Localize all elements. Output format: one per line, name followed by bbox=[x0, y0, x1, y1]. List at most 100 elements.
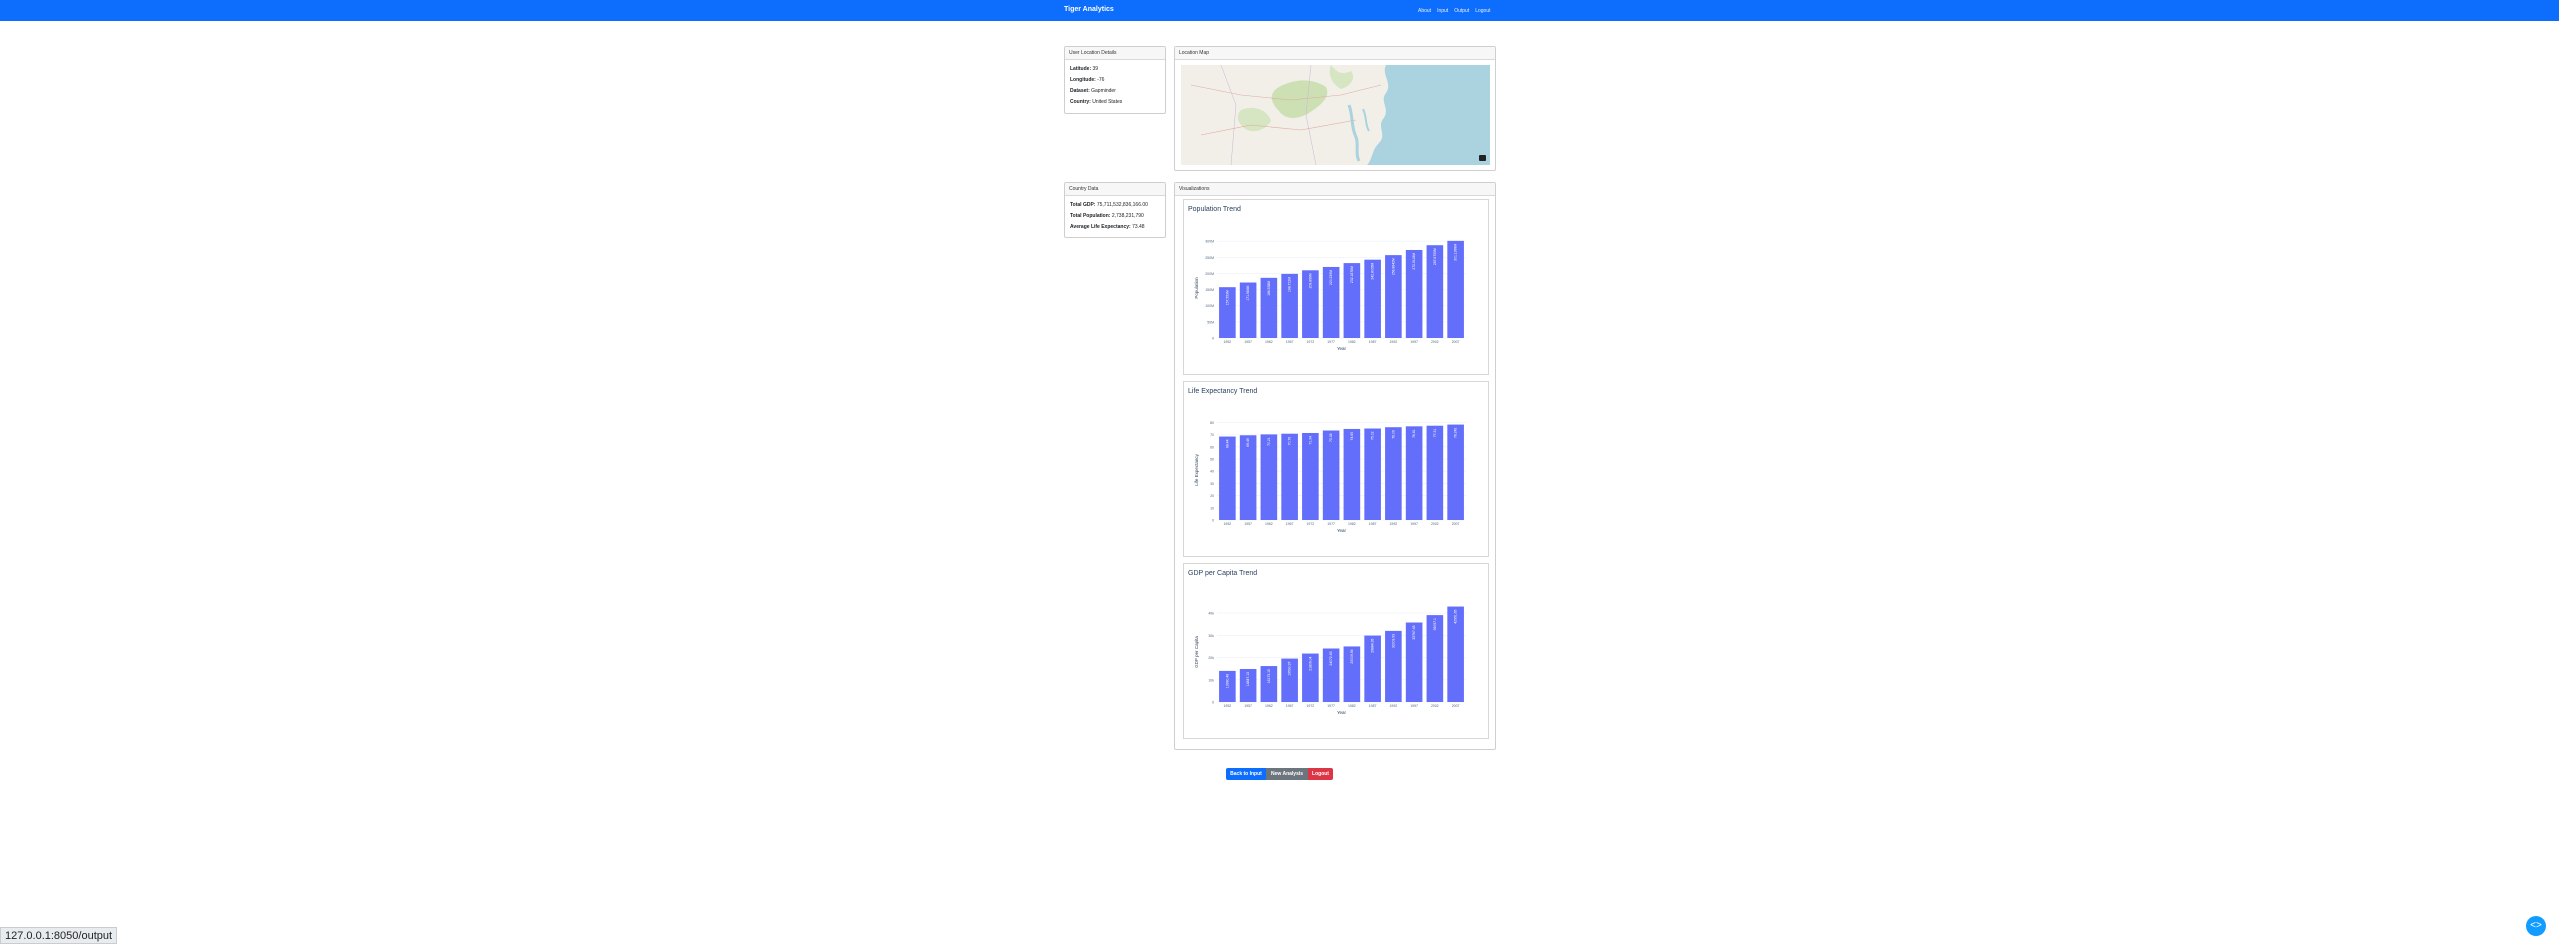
y-tick-label: 60 bbox=[1210, 445, 1214, 449]
x-tick-label: 1972 bbox=[1306, 704, 1314, 708]
longitude-value: -76 bbox=[1097, 77, 1105, 83]
y-axis-label: Population bbox=[1194, 277, 1199, 299]
location-map[interactable] bbox=[1181, 65, 1490, 165]
bar bbox=[1281, 433, 1298, 520]
new-analysis-button[interactable]: New Analysis bbox=[1266, 768, 1308, 780]
bar bbox=[1219, 436, 1236, 520]
nav-link-output[interactable]: Output bbox=[1454, 8, 1469, 14]
bar-data-label: 242.8035M bbox=[1371, 263, 1375, 280]
nav-link-logout[interactable]: Logout bbox=[1475, 8, 1490, 14]
y-axis-label: Life Expectancy bbox=[1194, 453, 1199, 486]
country-value: United States bbox=[1092, 99, 1123, 105]
bar bbox=[1405, 426, 1423, 520]
x-axis-label: Year bbox=[1337, 346, 1347, 351]
nav-links: About Input Output Logout bbox=[1418, 8, 1491, 14]
life-expectancy-chart-card: Life Expectancy Trend 0 10 20 30 40 50 60 70 80 6… bbox=[1183, 381, 1489, 557]
bar-data-label: 16173.15 bbox=[1267, 669, 1271, 683]
bar-data-label: 35767.43 bbox=[1412, 625, 1416, 639]
y-tick-label: 30 bbox=[1210, 482, 1214, 486]
x-tick-label: 1962 bbox=[1265, 340, 1273, 344]
bar-data-label: 14847.13 bbox=[1246, 672, 1250, 686]
bar-data-label: 71.34 bbox=[1308, 436, 1312, 445]
nav-link-about[interactable]: About bbox=[1418, 8, 1431, 14]
x-tick-label: 1997 bbox=[1410, 522, 1418, 526]
population-chart[interactable]: 0 50M 100M 150M 200M 250M 300M 157.553M 1952 171.… bbox=[1184, 200, 1488, 374]
country-data-header: Country Data bbox=[1065, 183, 1165, 196]
life-expectancy-chart[interactable]: 0 10 20 30 40 50 60 70 80 68.44 1952 69.49 1957 70.21… bbox=[1184, 382, 1488, 556]
x-tick-label: 1987 bbox=[1369, 340, 1377, 344]
x-tick-label: 1997 bbox=[1410, 340, 1418, 344]
bar-data-label: 256.8942M bbox=[1391, 258, 1395, 275]
user-location-header: User Location Details bbox=[1065, 47, 1165, 60]
bar-data-label: 272.9118M bbox=[1412, 253, 1416, 270]
x-tick-label: 1977 bbox=[1327, 704, 1335, 708]
logout-button[interactable]: Logout bbox=[1308, 768, 1333, 780]
bar bbox=[1426, 425, 1444, 520]
bar-data-label: 29884.35 bbox=[1371, 638, 1375, 652]
y-tick-label: 20k bbox=[1208, 656, 1214, 660]
brand-logo[interactable]: Tiger Analytics bbox=[1064, 6, 1114, 13]
x-tick-label: 1972 bbox=[1306, 340, 1314, 344]
x-tick-label: 2002 bbox=[1431, 704, 1439, 708]
bar-data-label: 171.984M bbox=[1246, 285, 1250, 300]
x-tick-label: 1992 bbox=[1389, 522, 1397, 526]
x-tick-label: 1967 bbox=[1286, 522, 1294, 526]
x-tick-label: 1957 bbox=[1244, 704, 1252, 708]
x-tick-label: 1967 bbox=[1286, 340, 1294, 344]
back-to-input-button[interactable]: Back to Input bbox=[1226, 768, 1266, 780]
bar-data-label: 24072.63 bbox=[1329, 651, 1333, 665]
x-tick-label: 1992 bbox=[1389, 704, 1397, 708]
x-tick-label: 1972 bbox=[1306, 522, 1314, 526]
x-tick-label: 1967 bbox=[1286, 704, 1294, 708]
x-tick-label: 1987 bbox=[1369, 522, 1377, 526]
y-tick-label: 70 bbox=[1210, 433, 1214, 437]
user-location-card: User Location Details Latitude: 39 Longi… bbox=[1064, 46, 1166, 114]
bar-data-label: 68.44 bbox=[1225, 439, 1229, 448]
total-population-row: Total Population: 2,738,231,790 bbox=[1070, 213, 1144, 219]
y-tick-label: 200M bbox=[1205, 272, 1214, 276]
bar bbox=[1302, 433, 1319, 520]
x-tick-label: 1952 bbox=[1223, 522, 1231, 526]
x-tick-label: 1977 bbox=[1327, 522, 1335, 526]
bar-data-label: 209.896M bbox=[1308, 273, 1312, 288]
x-tick-label: 1987 bbox=[1369, 704, 1377, 708]
status-bar-url: 127.0.0.1:8050/output bbox=[0, 927, 118, 944]
nav-link-input[interactable]: Input bbox=[1437, 8, 1448, 14]
x-tick-label: 2007 bbox=[1452, 340, 1460, 344]
y-tick-label: 300M bbox=[1205, 240, 1214, 244]
total-gdp-row: Total GDP: 75,711,532,836,166.00 bbox=[1070, 202, 1148, 208]
gdp-per-capita-chart-card: GDP per Capita Trend 0 10k 20k 30k 40k 13990.… bbox=[1183, 563, 1489, 739]
y-tick-label: 10k bbox=[1208, 678, 1214, 682]
x-tick-label: 1997 bbox=[1410, 704, 1418, 708]
y-tick-label: 30k bbox=[1208, 634, 1214, 638]
x-tick-label: 1962 bbox=[1265, 704, 1273, 708]
y-tick-label: 0 bbox=[1212, 337, 1214, 341]
bar-data-label: 75.02 bbox=[1371, 431, 1375, 440]
x-axis-label: Year bbox=[1337, 710, 1347, 715]
bar-data-label: 220.239M bbox=[1329, 270, 1333, 285]
y-axis-label: GDP per Capita bbox=[1194, 636, 1199, 668]
latitude-value: 39 bbox=[1092, 66, 1099, 72]
bar bbox=[1364, 428, 1381, 520]
gdp-per-capita-chart[interactable]: 0 10k 20k 30k 40k 13990.48 1952 14847.13 1957 161… bbox=[1184, 564, 1488, 738]
latitude-row: Latitude: 39 bbox=[1070, 66, 1099, 72]
bar-data-label: 73.38 bbox=[1329, 433, 1333, 442]
bar-data-label: 78.242 bbox=[1454, 427, 1458, 437]
x-tick-label: 1977 bbox=[1327, 340, 1335, 344]
y-tick-label: 10 bbox=[1210, 506, 1214, 510]
bar-data-label: 232.1878M bbox=[1350, 266, 1354, 283]
x-tick-label: 1957 bbox=[1244, 340, 1252, 344]
y-tick-label: 50 bbox=[1210, 458, 1214, 462]
country-row: Country: United States bbox=[1070, 99, 1123, 105]
bar-data-label: 25009.56 bbox=[1350, 649, 1354, 663]
bar bbox=[1343, 428, 1361, 520]
map-tiles bbox=[1181, 65, 1490, 165]
bar-data-label: 70.21 bbox=[1267, 437, 1271, 446]
x-tick-label: 2002 bbox=[1431, 340, 1439, 344]
x-tick-label: 1982 bbox=[1348, 340, 1356, 344]
debug-menu-button[interactable]: <> bbox=[2526, 916, 2546, 936]
x-tick-label: 2002 bbox=[1431, 522, 1439, 526]
avg-life-expectancy-value: 73.48 bbox=[1132, 224, 1145, 230]
bar bbox=[1385, 427, 1402, 520]
total-gdp-value: 75,711,532,836,166.00 bbox=[1096, 202, 1148, 208]
